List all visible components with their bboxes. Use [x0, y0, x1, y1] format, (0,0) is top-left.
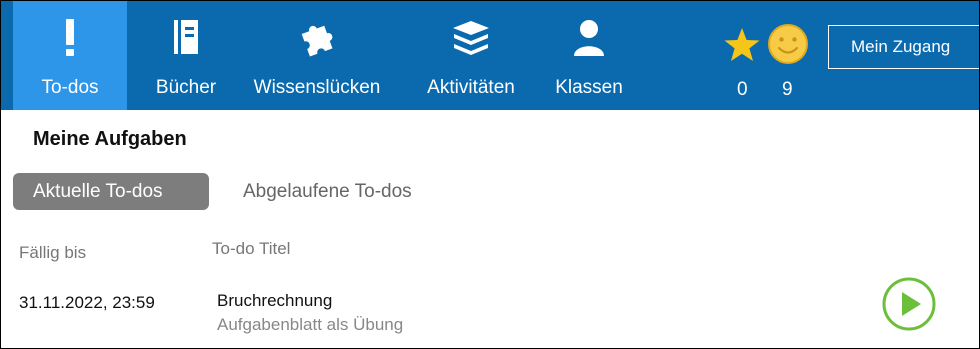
- star-count: 0: [737, 79, 748, 100]
- account-button[interactable]: Mein Zugang: [828, 25, 979, 69]
- nav-item-aktivitaeten[interactable]: Aktivitäten: [409, 1, 533, 110]
- exclamation-icon: [13, 19, 127, 57]
- nav-label: Bücher: [155, 77, 217, 98]
- todo-subtitle: Aufgabenblatt als Übung: [217, 315, 404, 334]
- todo-title: Bruchrechnung: [217, 291, 333, 310]
- tab-abgelaufene-todos[interactable]: Abgelaufene To-dos: [243, 181, 412, 203]
- puzzle-icon: [237, 19, 397, 57]
- nav-item-todos[interactable]: To-dos: [13, 1, 127, 110]
- book-icon: [141, 19, 231, 57]
- nav-item-wissensluecken[interactable]: Wissenslücken: [237, 1, 397, 110]
- nav-item-buecher[interactable]: Bücher: [141, 1, 231, 110]
- stack-icon: [409, 19, 533, 57]
- page-title: Meine Aufgaben: [33, 128, 187, 150]
- star-icon: [723, 27, 761, 68]
- person-icon: [541, 19, 637, 57]
- due-date: 31.11.2022, 23:59: [19, 293, 155, 312]
- nav-label: Wissenslücken: [253, 77, 381, 98]
- nav-item-klassen[interactable]: Klassen: [541, 1, 637, 110]
- tab-aktuelle-todos[interactable]: Aktuelle To-dos: [13, 173, 209, 210]
- nav-label: Klassen: [555, 77, 623, 98]
- nav-label: Aktivitäten: [427, 77, 515, 98]
- top-navigation-bar: To-dos Bücher Wissenslücken Aktivitäten: [1, 1, 979, 110]
- smiley-icon: [767, 23, 809, 70]
- nav-label: To-dos: [41, 77, 99, 98]
- column-header-title[interactable]: To-do Titel: [212, 239, 290, 259]
- app-window: To-dos Bücher Wissenslücken Aktivitäten: [0, 0, 980, 349]
- column-header-due[interactable]: Fällig bis: [19, 243, 86, 263]
- smiley-count: 9: [782, 79, 793, 100]
- play-icon[interactable]: [881, 276, 937, 332]
